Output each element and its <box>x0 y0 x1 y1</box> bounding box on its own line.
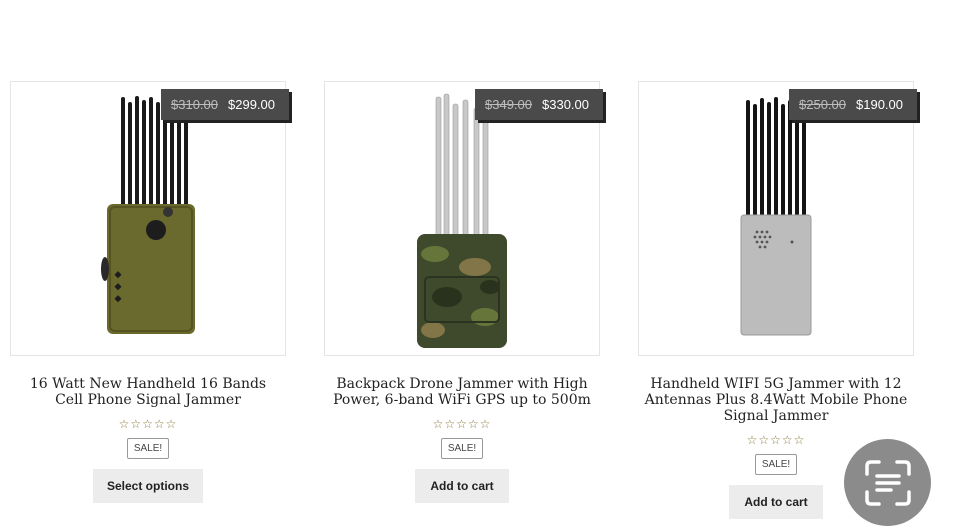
sale-badge: SALE! <box>755 454 797 475</box>
rating-stars: ☆☆☆☆☆ <box>432 417 492 431</box>
handheld-jammer-image <box>101 96 195 334</box>
select-options-button[interactable]: Select options <box>93 469 203 503</box>
sale-badge: SALE! <box>441 438 483 459</box>
old-price: $250.00 <box>799 97 846 112</box>
old-price: $349.00 <box>485 97 532 112</box>
price-tag: $349.00 $330.00 <box>475 89 603 120</box>
product-title[interactable]: Handheld WIFI 5G Jammer with 12 Antennas… <box>638 376 914 424</box>
product-title[interactable]: Backpack Drone Jammer with High Power, 6… <box>324 376 600 408</box>
add-to-cart-button[interactable]: Add to cart <box>415 469 509 503</box>
product-title[interactable]: 16 Watt New Handheld 16 Bands Cell Phone… <box>10 376 286 408</box>
scan-text-icon <box>864 459 911 506</box>
product-image-link[interactable]: $310.00 $299.00 <box>10 81 289 356</box>
sale-badge: SALE! <box>127 438 169 459</box>
sale-price: $190.00 <box>856 97 903 112</box>
price-tag: $310.00 $299.00 <box>161 89 289 120</box>
add-to-cart-button[interactable]: Add to cart <box>729 485 823 519</box>
sale-price: $299.00 <box>228 97 275 112</box>
product-card: $349.00 $330.00 Backpack Drone Jammer wi… <box>324 81 603 503</box>
backpack-jammer-image <box>417 93 507 348</box>
sale-price: $330.00 <box>542 97 589 112</box>
old-price: $310.00 <box>171 97 218 112</box>
silver-jammer-image <box>740 97 812 336</box>
price-tag: $250.00 $190.00 <box>789 89 917 120</box>
product-card: $310.00 $299.00 16 Watt New Handheld 16 … <box>10 81 289 503</box>
product-image-link[interactable]: $349.00 $330.00 <box>324 81 603 356</box>
scan-text-button[interactable] <box>844 439 931 526</box>
product-image-link[interactable]: $250.00 $190.00 <box>638 81 917 356</box>
rating-stars: ☆☆☆☆☆ <box>118 417 178 431</box>
